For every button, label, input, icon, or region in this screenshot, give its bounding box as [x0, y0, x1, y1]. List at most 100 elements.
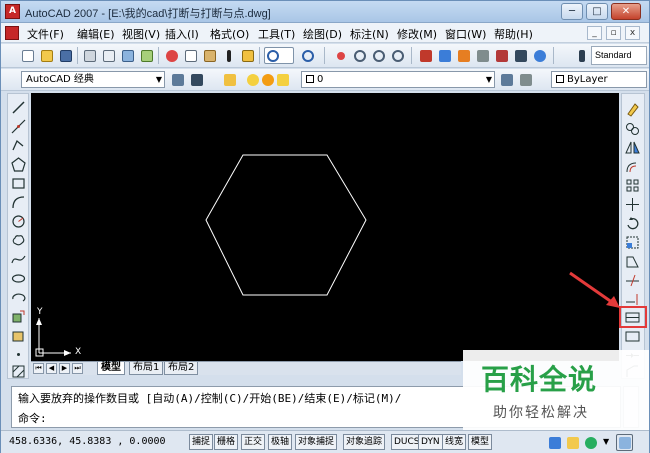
move-icon[interactable]: [625, 197, 640, 212]
arc-icon[interactable]: [11, 195, 26, 210]
restore-button[interactable]: □: [586, 3, 608, 20]
extend-icon[interactable]: [625, 292, 640, 307]
title-bar[interactable]: A AutoCAD 2007 - [E:\我的cad\打断与打断与点.dwg] …: [1, 1, 649, 23]
workspace-save-icon[interactable]: [188, 71, 205, 88]
prev-tab-icon[interactable]: ◀: [46, 363, 57, 374]
undo-icon[interactable]: [264, 47, 294, 64]
menu-format[interactable]: 格式(O): [210, 26, 249, 42]
layer-previous-icon[interactable]: [517, 71, 534, 88]
annotation-scale-icon[interactable]: [546, 434, 563, 451]
next-tab-icon[interactable]: ▶: [59, 363, 70, 374]
tool-palettes-icon[interactable]: [455, 47, 472, 64]
mdi-close-button[interactable]: x: [625, 26, 640, 40]
construction-line-icon[interactable]: [11, 119, 26, 134]
lock-icon[interactable]: [564, 434, 581, 451]
preview-icon[interactable]: [100, 47, 117, 64]
offset-icon[interactable]: [625, 159, 640, 174]
spline-icon[interactable]: [11, 252, 26, 267]
text-style-icon[interactable]: [573, 47, 590, 64]
copy-icon[interactable]: [182, 47, 199, 64]
rotate-icon[interactable]: [625, 216, 640, 231]
pan-icon[interactable]: [332, 47, 349, 64]
match-properties-icon[interactable]: [220, 47, 237, 64]
insert-block-icon[interactable]: [11, 309, 26, 324]
publish-icon[interactable]: [119, 47, 136, 64]
clean-screen-icon[interactable]: [616, 434, 633, 451]
menu-window[interactable]: 窗口(W): [445, 26, 486, 42]
stretch-icon[interactable]: [625, 254, 640, 269]
tab-layout1[interactable]: 布局1: [129, 362, 164, 375]
grid-toggle[interactable]: 栅格: [214, 434, 239, 450]
circle-icon[interactable]: [11, 214, 26, 229]
revision-cloud-icon[interactable]: [11, 233, 26, 248]
point-icon[interactable]: [11, 347, 26, 362]
menu-dimension[interactable]: 标注(N): [350, 26, 389, 42]
snap-toggle[interactable]: 捕捉: [189, 434, 214, 450]
open-icon[interactable]: [38, 47, 55, 64]
autocad-app-icon[interactable]: A: [5, 4, 20, 19]
last-tab-icon[interactable]: ⏭: [72, 363, 83, 374]
tab-model[interactable]: 模型: [97, 362, 125, 375]
polar-toggle[interactable]: 极轴: [268, 434, 293, 450]
menu-file[interactable]: 文件(F): [27, 26, 64, 42]
mdi-minimize-button[interactable]: _: [587, 26, 602, 40]
ellipse-arc-icon[interactable]: [11, 290, 26, 305]
polygon-icon[interactable]: [11, 157, 26, 172]
erase-icon[interactable]: [625, 102, 640, 117]
make-current-layer-icon[interactable]: [498, 71, 515, 88]
ortho-toggle[interactable]: 正交: [241, 434, 266, 450]
make-block-icon[interactable]: [11, 328, 26, 343]
layer-lock-icon[interactable]: [274, 71, 291, 88]
status-menu-icon[interactable]: ▼: [600, 434, 617, 451]
block-editor-icon[interactable]: [239, 47, 256, 64]
first-tab-icon[interactable]: ⏮: [33, 363, 44, 374]
communication-center-icon[interactable]: [582, 434, 599, 451]
save-icon[interactable]: [57, 47, 74, 64]
menu-draw[interactable]: 绘图(D): [303, 26, 342, 42]
paste-icon[interactable]: [201, 47, 218, 64]
copy-object-icon[interactable]: [625, 121, 640, 136]
cut-icon[interactable]: [163, 47, 180, 64]
tab-layout2[interactable]: 布局2: [164, 362, 199, 375]
menu-view[interactable]: 视图(V): [122, 26, 160, 42]
menu-help[interactable]: 帮助(H): [494, 26, 533, 42]
model-space-toggle[interactable]: 模型: [468, 434, 493, 450]
sheet-set-icon[interactable]: [474, 47, 491, 64]
design-center-icon[interactable]: [436, 47, 453, 64]
break-icon[interactable]: [625, 329, 640, 344]
mirror-icon[interactable]: [625, 140, 640, 155]
markup-icon[interactable]: [493, 47, 510, 64]
3d-publish-icon[interactable]: [138, 47, 155, 64]
drawing-area[interactable]: Y X: [31, 93, 619, 361]
new-icon[interactable]: [19, 47, 36, 64]
otrack-toggle[interactable]: 对象追踪: [343, 434, 386, 450]
zoom-previous-icon[interactable]: [389, 47, 406, 64]
polyline-icon[interactable]: [11, 138, 26, 153]
help-icon[interactable]: [531, 47, 548, 64]
lineweight-toggle[interactable]: 线宽: [442, 434, 467, 450]
layer-dropdown[interactable]: 0 ▼: [301, 71, 495, 88]
properties-icon[interactable]: [417, 47, 434, 64]
menu-tools[interactable]: 工具(T): [258, 26, 295, 42]
command-prompt[interactable]: 命令:: [18, 410, 47, 426]
dyn-toggle[interactable]: DYN: [418, 434, 443, 450]
mdi-restore-button[interactable]: ▫: [606, 26, 621, 40]
document-icon[interactable]: [5, 26, 19, 40]
close-button[interactable]: ✕: [611, 3, 641, 20]
print-icon[interactable]: [81, 47, 98, 64]
zoom-realtime-icon[interactable]: [351, 47, 368, 64]
line-icon[interactable]: [11, 100, 26, 115]
menu-insert[interactable]: 插入(I): [165, 26, 199, 42]
color-dropdown[interactable]: ByLayer: [551, 71, 647, 88]
osnap-toggle[interactable]: 对象捕捉: [295, 434, 338, 450]
trim-icon[interactable]: [625, 273, 640, 288]
workspace-dropdown[interactable]: AutoCAD 经典 ▼: [21, 71, 165, 88]
rectangle-icon[interactable]: [11, 176, 26, 191]
menu-modify[interactable]: 修改(M): [397, 26, 437, 42]
scale-icon[interactable]: [625, 235, 640, 250]
text-style-dropdown[interactable]: Standard: [591, 46, 647, 65]
redo-icon[interactable]: [299, 47, 316, 64]
calculator-icon[interactable]: [512, 47, 529, 64]
ellipse-icon[interactable]: [11, 271, 26, 286]
menu-edit[interactable]: 编辑(E): [77, 26, 115, 42]
